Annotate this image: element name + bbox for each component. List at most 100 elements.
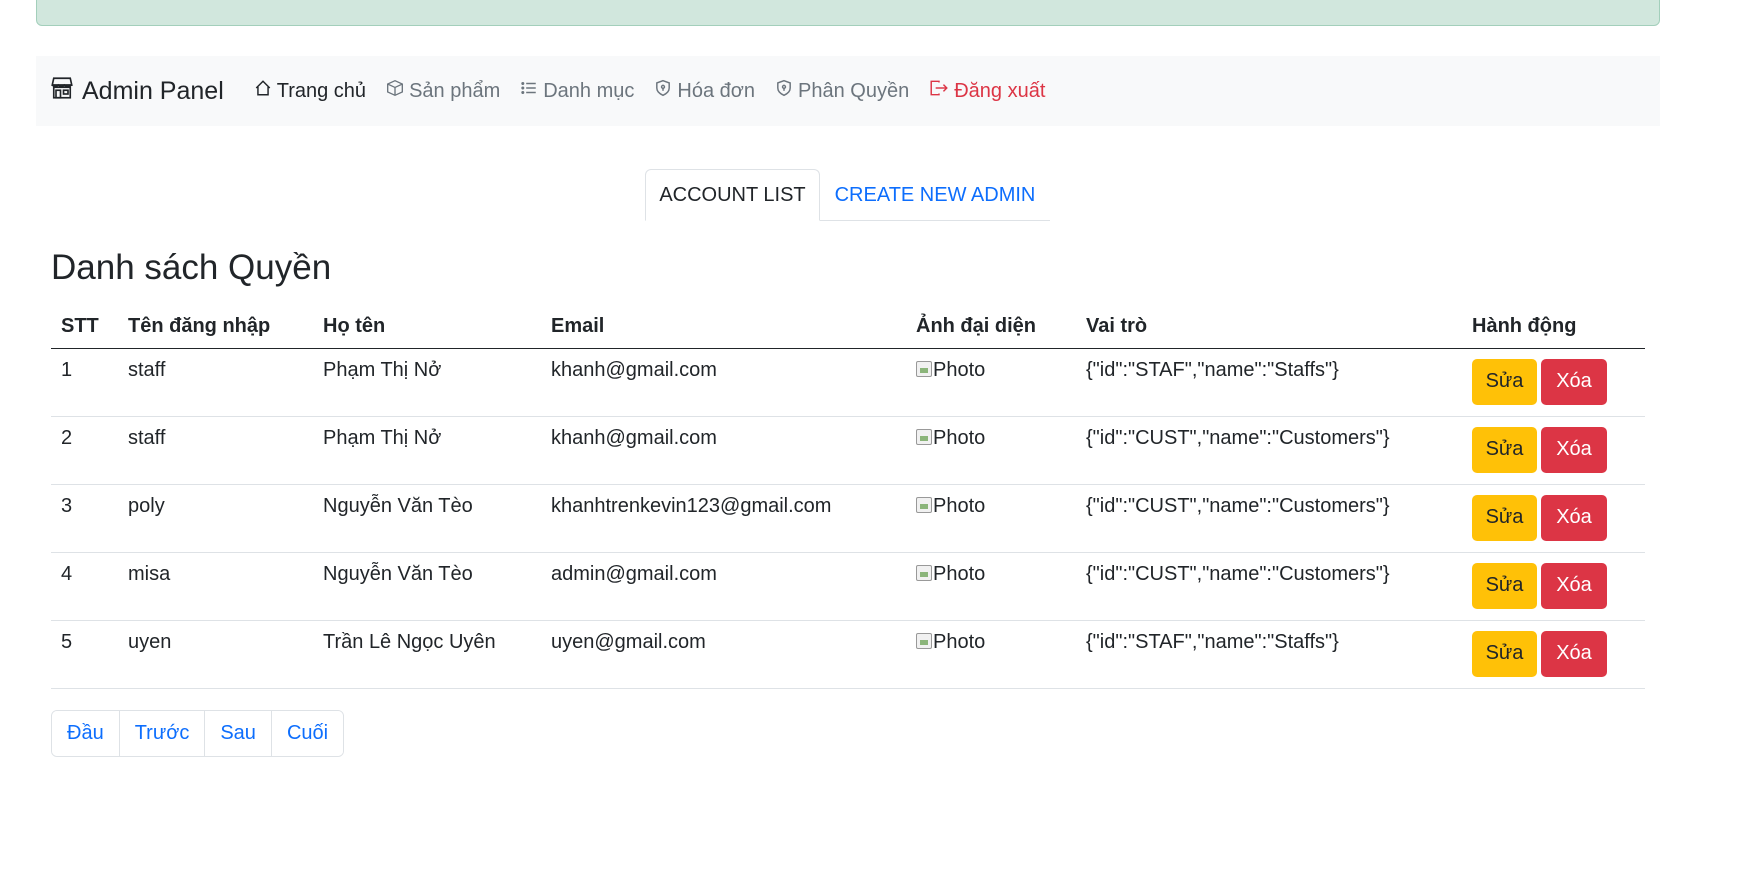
cell-username: poly [118, 484, 313, 553]
tab-account-list[interactable]: ACCOUNT LIST [645, 169, 820, 221]
broken-image-icon [916, 496, 932, 513]
delete-button[interactable]: Xóa [1541, 494, 1607, 541]
cell-stt: 5 [51, 620, 118, 689]
avatar-alt-text: Photo [933, 630, 986, 653]
cell-username: staff [118, 416, 313, 485]
box-icon [386, 79, 409, 103]
pagination: Đầu Trước Sau Cuối [51, 710, 345, 757]
shop-icon [50, 76, 82, 107]
account-tabs: ACCOUNT LIST CREATE NEW ADMIN [645, 169, 1050, 221]
broken-image-icon [916, 632, 932, 649]
cell-photo: Photo [906, 552, 1076, 621]
nav-permissions-label: Phân Quyền [798, 79, 910, 102]
cell-actions: Sửa Xóa [1462, 416, 1645, 485]
brand-label: Admin Panel [82, 76, 224, 105]
edit-button[interactable]: Sửa [1472, 358, 1537, 405]
cell-stt: 3 [51, 484, 118, 553]
shield-icon [775, 79, 798, 103]
house-icon [254, 79, 277, 103]
header-role: Vai trò [1076, 306, 1462, 349]
cell-fullname: Phạm Thị Nở [313, 348, 541, 417]
page-first[interactable]: Đầu [52, 711, 120, 756]
cell-email: admin@gmail.com [541, 552, 906, 621]
accounts-table: STT Tên đăng nhập Họ tên Email Ảnh đại d… [51, 306, 1645, 689]
cell-photo: Photo [906, 620, 1076, 689]
nav-home-label: Trang chủ [276, 79, 367, 102]
header-stt: STT [51, 306, 118, 349]
header-photo: Ảnh đại diện [906, 306, 1076, 349]
cell-fullname: Nguyễn Văn Tèo [313, 484, 541, 553]
avatar: Photo [916, 427, 985, 450]
broken-image-icon [916, 360, 932, 377]
avatar-alt-text: Photo [933, 494, 986, 517]
cell-email: uyen@gmail.com [541, 620, 906, 689]
table-row: 5 uyen Trần Lê Ngọc Uyên uyen@gmail.com … [51, 620, 1645, 689]
delete-button[interactable]: Xóa [1541, 630, 1607, 677]
nav-logout-label: Đăng xuất [954, 79, 1046, 102]
delete-button[interactable]: Xóa [1541, 426, 1607, 473]
avatar-alt-text: Photo [933, 426, 986, 449]
top-navbar: Admin Panel Trang chủ Sản phẩm Danh mục … [36, 56, 1660, 126]
page-next[interactable]: Sau [205, 711, 272, 756]
edit-button[interactable]: Sửa [1472, 562, 1537, 609]
table-row: 4 misa Nguyễn Văn Tèo admin@gmail.com Ph… [51, 552, 1645, 621]
edit-button[interactable]: Sửa [1472, 494, 1537, 541]
nav-permissions[interactable]: Phân Quyền [775, 79, 909, 103]
header-username: Tên đăng nhập [118, 306, 313, 349]
cell-photo: Photo [906, 416, 1076, 485]
nav-home[interactable]: Trang chủ [254, 79, 366, 103]
avatar: Photo [916, 495, 985, 518]
cell-email: khanhtrenkevin123@gmail.com [541, 484, 906, 553]
avatar-alt-text: Photo [933, 358, 986, 381]
shield-icon [654, 79, 677, 103]
nav-categories-label: Danh mục [543, 79, 635, 102]
delete-button[interactable]: Xóa [1541, 562, 1607, 609]
cell-fullname: Phạm Thị Nở [313, 416, 541, 485]
broken-image-icon [916, 428, 932, 445]
tab-create-new-admin[interactable]: CREATE NEW ADMIN [820, 169, 1050, 221]
nav-products-label: Sản phẩm [409, 79, 501, 102]
cell-photo: Photo [906, 348, 1076, 417]
page-prev[interactable]: Trước [119, 711, 206, 756]
cell-actions: Sửa Xóa [1462, 484, 1645, 553]
edit-button[interactable]: Sửa [1472, 426, 1537, 473]
cell-role: {"id":"STAF","name":"Staffs"} [1076, 348, 1462, 417]
table-row: 3 poly Nguyễn Văn Tèo khanhtrenkevin123@… [51, 484, 1645, 553]
cell-actions: Sửa Xóa [1462, 348, 1645, 417]
header-email: Email [541, 306, 906, 349]
delete-button[interactable]: Xóa [1541, 358, 1607, 405]
cell-stt: 1 [51, 348, 118, 417]
cell-role: {"id":"STAF","name":"Staffs"} [1076, 620, 1462, 689]
nav-invoices[interactable]: Hóa đơn [654, 79, 755, 103]
cell-username: misa [118, 552, 313, 621]
cell-email: khanh@gmail.com [541, 348, 906, 417]
avatar-alt-text: Photo [933, 562, 986, 585]
nav-invoices-label: Hóa đơn [677, 79, 755, 102]
nav-categories[interactable]: Danh mục [520, 79, 634, 103]
page-title: Danh sách Quyền [51, 248, 332, 287]
cell-photo: Photo [906, 484, 1076, 553]
avatar: Photo [916, 631, 985, 654]
cell-fullname: Nguyễn Văn Tèo [313, 552, 541, 621]
avatar: Photo [916, 359, 985, 382]
nav-products[interactable]: Sản phẩm [386, 79, 500, 103]
table-row: 2 staff Phạm Thị Nở khanh@gmail.com Phot… [51, 416, 1645, 485]
cell-stt: 2 [51, 416, 118, 485]
cell-email: khanh@gmail.com [541, 416, 906, 485]
cell-username: staff [118, 348, 313, 417]
success-alert [36, 0, 1660, 26]
header-fullname: Họ tên [313, 306, 541, 349]
cell-role: {"id":"CUST","name":"Customers"} [1076, 416, 1462, 485]
cell-stt: 4 [51, 552, 118, 621]
nav-logout[interactable]: Đăng xuất [929, 79, 1045, 103]
page-last[interactable]: Cuối [271, 711, 344, 756]
cell-role: {"id":"CUST","name":"Customers"} [1076, 484, 1462, 553]
table-row: 1 staff Phạm Thị Nở khanh@gmail.com Phot… [51, 348, 1645, 417]
brand[interactable]: Admin Panel [50, 76, 224, 107]
avatar: Photo [916, 563, 985, 586]
cell-actions: Sửa Xóa [1462, 552, 1645, 621]
list-icon [520, 79, 543, 103]
table-header-row: STT Tên đăng nhập Họ tên Email Ảnh đại d… [51, 306, 1645, 349]
broken-image-icon [916, 564, 932, 581]
edit-button[interactable]: Sửa [1472, 630, 1537, 677]
